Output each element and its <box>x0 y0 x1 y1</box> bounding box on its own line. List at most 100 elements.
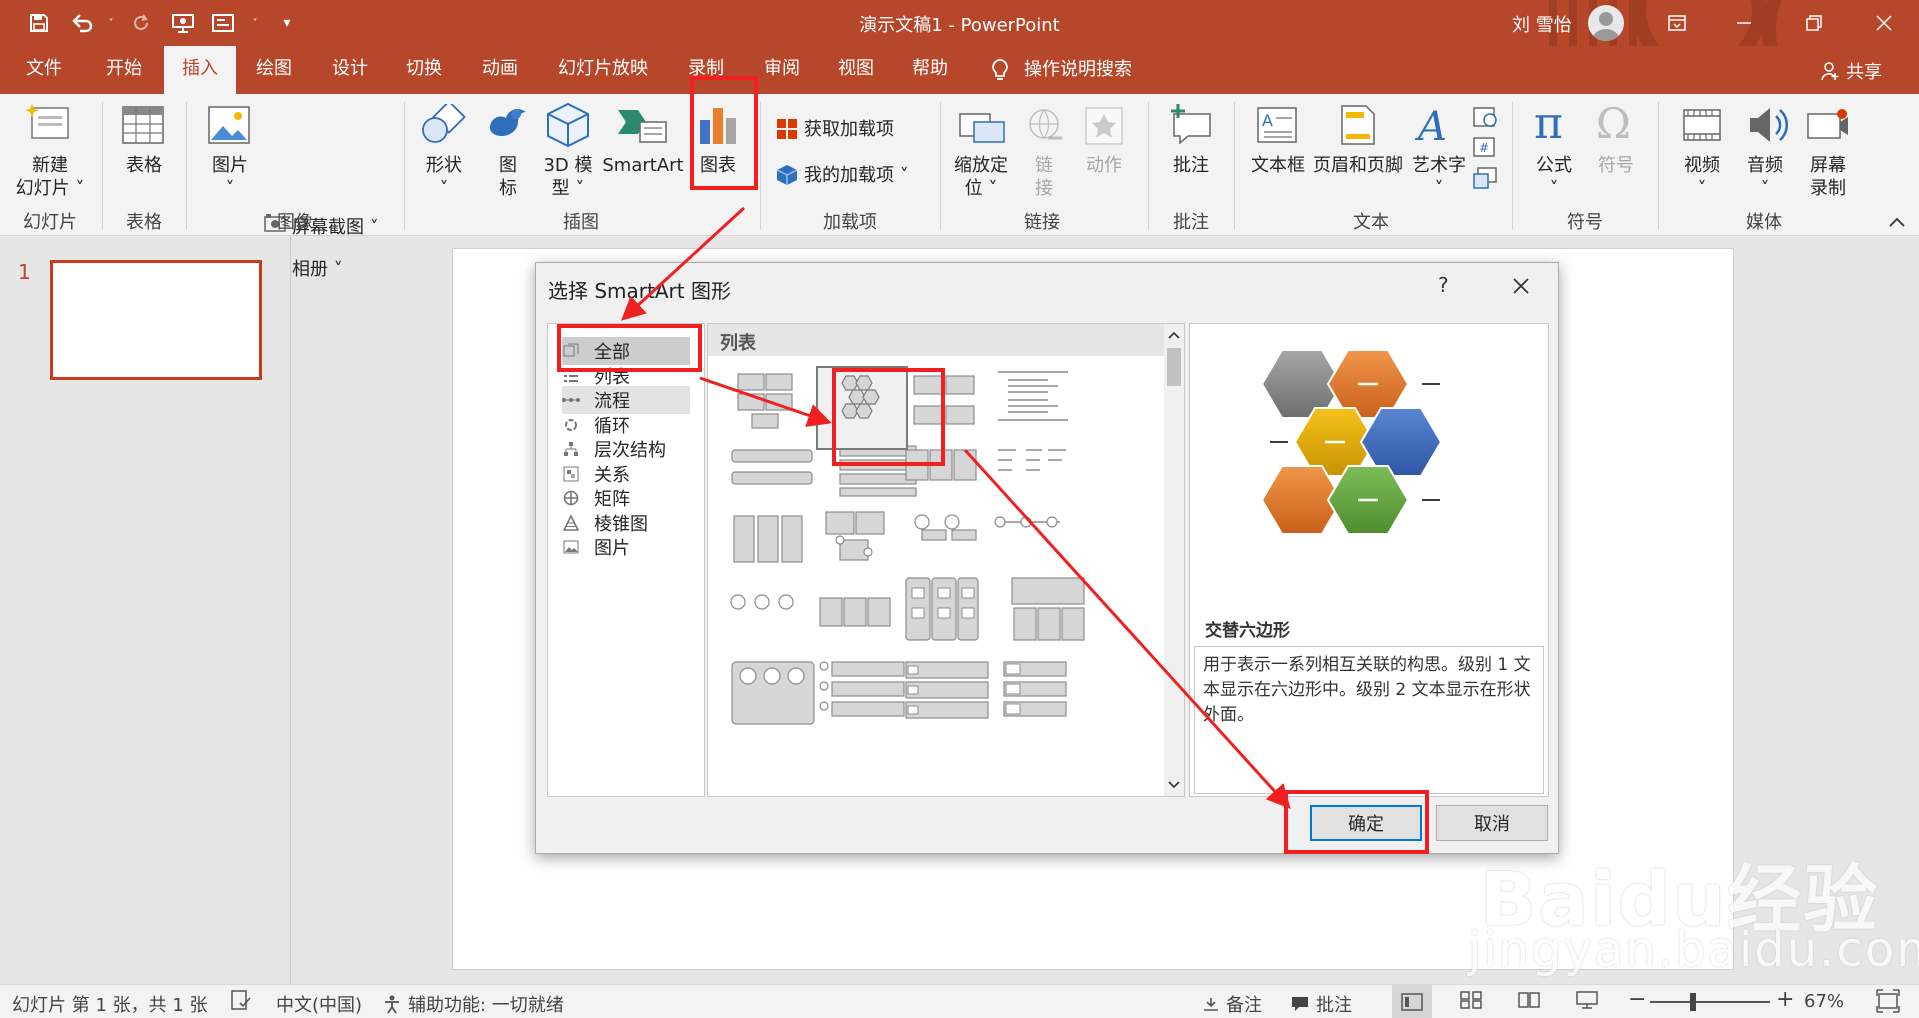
slideshow-view-icon[interactable] <box>1576 991 1598 1009</box>
group-label-illustrations: 插图 <box>563 212 599 233</box>
user-name[interactable]: 刘 雪怡 <box>1512 11 1572 37</box>
3d-model-button[interactable]: 3D 模 型 ˅ <box>538 154 598 200</box>
pane-splitter[interactable] <box>290 236 291 984</box>
picture-label: 图片 <box>212 155 248 176</box>
share-button[interactable]: 共享 <box>1820 58 1882 84</box>
slide-info[interactable]: 幻灯片 第 1 张，共 1 张 <box>12 991 208 1017</box>
slide-sorter-icon[interactable] <box>1460 991 1482 1009</box>
date-time-icon <box>1472 104 1498 128</box>
tab-insert[interactable]: 插入 <box>164 46 236 94</box>
symbol-icon: Ω <box>1594 100 1638 144</box>
slide-thumbnail[interactable] <box>50 260 262 380</box>
shapes-button[interactable]: 形状 ˅ <box>414 154 474 200</box>
redo-icon[interactable] <box>126 9 156 37</box>
tab-draw[interactable]: 绘图 <box>252 46 296 94</box>
category-label: 流程 <box>594 391 630 412</box>
textbox-button[interactable]: 文本框 <box>1246 154 1310 177</box>
wordart-button[interactable]: 艺术字 ˅ <box>1408 154 1470 200</box>
minimize-icon[interactable] <box>1722 6 1766 40</box>
language-indicator[interactable]: 中文(中国) <box>276 991 362 1017</box>
cancel-button[interactable]: 取消 <box>1436 805 1548 841</box>
object-icon <box>1472 166 1498 190</box>
present-from-start-icon[interactable] <box>168 9 198 37</box>
smartart-button[interactable]: SmartArt <box>600 154 686 177</box>
notes-icon <box>1204 998 1218 1011</box>
link-button[interactable]: 链 接 <box>1026 154 1062 200</box>
status-bar: 幻灯片 第 1 张，共 1 张 中文(中国) 辅助功能: 一切就绪 备注 批注 … <box>0 984 1919 1018</box>
comments-icon <box>1292 997 1308 1011</box>
group-label-links: 链接 <box>1024 212 1060 233</box>
zoom-level[interactable]: 67% <box>1804 991 1844 1012</box>
avatar[interactable] <box>1588 5 1624 41</box>
comments-button[interactable]: 批注 <box>1290 991 1352 1017</box>
tab-design[interactable]: 设计 <box>328 46 372 94</box>
close-icon[interactable] <box>1506 271 1536 301</box>
undo-icon[interactable] <box>68 9 98 37</box>
normal-view-icon[interactable] <box>1392 985 1432 1018</box>
tab-help[interactable]: 帮助 <box>908 46 952 94</box>
svg-text:A: A <box>1414 104 1447 146</box>
my-addins-button[interactable]: 我的加载项 ˅ <box>804 164 909 187</box>
layout-icon[interactable] <box>208 9 238 37</box>
zoom-slider-track[interactable] <box>1650 1001 1770 1003</box>
tab-slideshow[interactable]: 幻灯片放映 <box>554 46 652 94</box>
spelling-check-icon[interactable] <box>230 989 252 1011</box>
tab-animations[interactable]: 动画 <box>478 46 522 94</box>
reading-view-icon[interactable] <box>1518 991 1540 1009</box>
table-button[interactable]: 表格 <box>112 154 176 177</box>
zoom-in-button[interactable]: + <box>1776 987 1794 1012</box>
get-addins-button[interactable]: 获取加载项 <box>804 118 894 141</box>
tab-transitions[interactable]: 切换 <box>402 46 446 94</box>
save-icon[interactable] <box>24 9 54 37</box>
symbol-button[interactable]: 符号 <box>1588 154 1644 177</box>
collapse-ribbon-icon[interactable] <box>1888 216 1906 228</box>
icons-button[interactable]: 图 标 <box>488 154 528 200</box>
new-comment-icon <box>1168 102 1214 144</box>
video-button[interactable]: 视频 ˅ <box>1672 154 1732 200</box>
zoom-out-button[interactable]: − <box>1628 987 1646 1012</box>
gallery-scrollbar[interactable] <box>1164 324 1184 796</box>
close-window-icon[interactable] <box>1862 6 1906 40</box>
action-button[interactable]: 动作 <box>1078 154 1130 177</box>
highlight-box-hexagon-layout <box>832 368 945 466</box>
comment-button[interactable]: 批注 <box>1162 154 1220 177</box>
notes-button[interactable]: 备注 <box>1202 991 1262 1017</box>
audio-icon <box>1746 104 1788 146</box>
category-process[interactable]: 流程 <box>562 386 690 414</box>
category-matrix[interactable]: 矩阵 <box>562 484 690 512</box>
picture-button[interactable]: 图片 ˅ <box>200 154 260 200</box>
tell-me-search[interactable]: 操作说明搜索 <box>986 46 1136 94</box>
slide-number: 1 <box>18 260 31 284</box>
svg-text:A: A <box>1262 111 1273 130</box>
group-divider <box>186 102 187 230</box>
accessibility-status[interactable]: 辅助功能: 一切就绪 <box>382 991 564 1017</box>
ribbon-display-options-icon[interactable] <box>1655 6 1699 40</box>
audio-button[interactable]: 音频 ˅ <box>1734 154 1796 200</box>
group-label-slides: 幻灯片 <box>23 212 77 233</box>
video-icon <box>1682 106 1722 144</box>
help-icon[interactable]: ? <box>1438 273 1449 297</box>
undo-dropdown-icon[interactable]: ˅ <box>96 9 126 37</box>
album-button[interactable]: 相册 ˅ <box>292 258 343 281</box>
layout-dropdown-icon[interactable]: ˅ <box>240 9 270 37</box>
screen-recording-button[interactable]: 屏幕 录制 <box>1800 154 1856 200</box>
zoom-slider-handle[interactable] <box>1690 993 1696 1011</box>
tab-home[interactable]: 开始 <box>102 46 146 94</box>
equation-button[interactable]: 公式 ˅ <box>1526 154 1582 200</box>
fit-slide-icon[interactable] <box>1876 989 1900 1013</box>
customize-toolbar-icon[interactable]: ▾ <box>272 9 302 37</box>
picture-icon <box>208 106 250 144</box>
my-addins-icon <box>776 164 798 186</box>
new-slide-button[interactable]: 新建 幻灯片 ˅ <box>8 154 92 200</box>
zoom-button[interactable]: 缩放定 位 ˅ <box>948 154 1014 200</box>
group-label-images: 图像 <box>277 212 313 233</box>
header-footer-button[interactable]: 页眉和页脚 <box>1310 154 1406 177</box>
category-picture[interactable]: 图片 <box>562 533 690 561</box>
tab-file[interactable]: 文件 <box>22 46 66 94</box>
shapes-icon <box>420 104 468 146</box>
tab-review[interactable]: 审阅 <box>760 46 804 94</box>
group-divider <box>940 102 941 230</box>
restore-icon[interactable] <box>1792 6 1836 40</box>
category-hierarchy[interactable]: 层次结构 <box>562 435 690 463</box>
tab-view[interactable]: 视图 <box>834 46 878 94</box>
